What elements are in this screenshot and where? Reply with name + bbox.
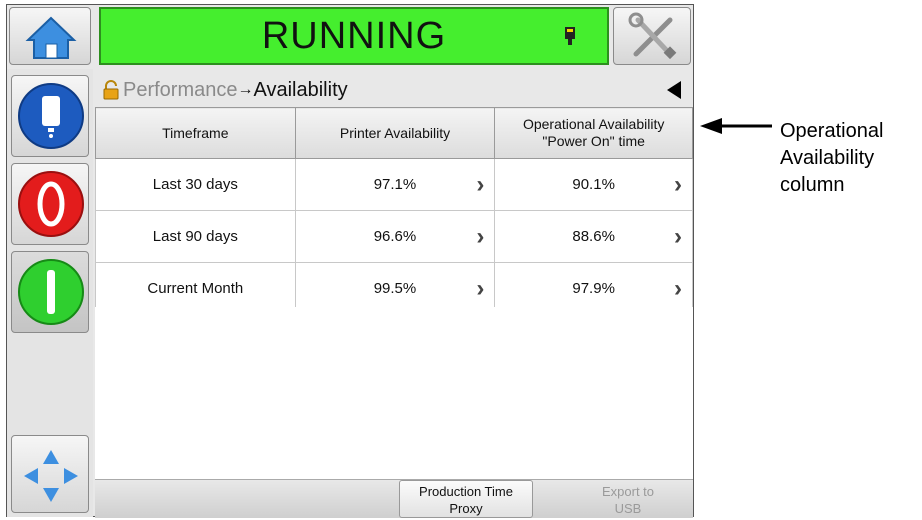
- stop-icon: [18, 171, 84, 237]
- printer-availability-cell[interactable]: 96.6% ›: [294, 210, 496, 263]
- header-operational-availability: Operational Availability "Power On" time: [494, 107, 693, 159]
- printer-info-icon: [18, 83, 84, 149]
- operational-availability-value: 90.1%: [572, 176, 615, 193]
- table-header-row: Timeframe Printer Availability Operation…: [95, 107, 693, 159]
- footer-toolbar: Production Time Proxy Export to USB: [95, 479, 693, 518]
- operational-availability-value: 88.6%: [572, 228, 615, 245]
- annotation-label: Operational Availability column: [780, 120, 884, 196]
- chevron-right-icon[interactable]: ›: [674, 275, 682, 303]
- chevron-right-icon[interactable]: ›: [476, 223, 484, 251]
- timeframe-cell: Last 90 days: [95, 210, 296, 263]
- availability-table: Timeframe Printer Availability Operation…: [95, 107, 693, 315]
- table-empty-area: [95, 307, 693, 479]
- navigation-button[interactable]: [11, 435, 89, 513]
- printer-status-bar[interactable]: RUNNING: [99, 7, 609, 65]
- breadcrumb-separator: →: [237, 81, 254, 98]
- start-button[interactable]: [11, 251, 89, 333]
- header-printer-availability: Printer Availability: [294, 107, 496, 159]
- table-row: Last 30 days 97.1% › 90.1% ›: [95, 158, 693, 211]
- header-timeframe: Timeframe: [95, 107, 296, 159]
- start-icon: [18, 259, 84, 325]
- printer-availability-value: 97.1%: [373, 176, 417, 193]
- chevron-right-icon[interactable]: ›: [476, 275, 484, 303]
- status-text: RUNNING: [261, 14, 447, 57]
- lock-icon: [103, 80, 119, 100]
- printer-availability-cell[interactable]: 97.1% ›: [294, 158, 496, 211]
- sidebar: [7, 69, 93, 517]
- chevron-right-icon[interactable]: ›: [476, 171, 484, 199]
- navigation-arrows-icon: [24, 450, 78, 502]
- printer-availability-value: 96.6%: [373, 228, 417, 245]
- export-to-usb-button[interactable]: Export to USB: [561, 480, 695, 518]
- home-icon: [25, 16, 77, 59]
- chevron-right-icon[interactable]: ›: [674, 223, 682, 251]
- chevron-right-icon[interactable]: ›: [674, 171, 682, 199]
- operational-availability-cell[interactable]: 90.1% ›: [494, 158, 693, 211]
- back-arrow-icon[interactable]: [667, 81, 681, 99]
- home-button[interactable]: [9, 7, 91, 65]
- ink-cartridge-icon: [565, 27, 575, 45]
- timeframe-cell: Last 30 days: [95, 158, 296, 211]
- printer-ui: RUNNING Performance → Availability Timef…: [6, 4, 694, 518]
- stop-button[interactable]: [11, 163, 89, 245]
- printer-availability-value: 99.5%: [373, 280, 417, 297]
- tools-button[interactable]: [613, 7, 691, 65]
- export-to-usb-label: Export to USB: [601, 484, 655, 516]
- production-time-proxy-label: Production Time Proxy: [419, 484, 513, 516]
- production-time-proxy-button[interactable]: Production Time Proxy: [399, 480, 533, 518]
- printer-info-button[interactable]: [11, 75, 89, 157]
- table-row: Last 90 days 96.6% › 88.6% ›: [95, 210, 693, 263]
- tools-icon: [628, 12, 677, 60]
- operational-availability-value: 97.9%: [572, 280, 615, 297]
- annotation-arrow-icon: [700, 118, 772, 134]
- breadcrumb-current: Availability: [253, 78, 348, 101]
- operational-availability-cell[interactable]: 88.6% ›: [494, 210, 693, 263]
- breadcrumb: Performance → Availability: [95, 73, 693, 107]
- breadcrumb-parent[interactable]: Performance: [123, 79, 238, 102]
